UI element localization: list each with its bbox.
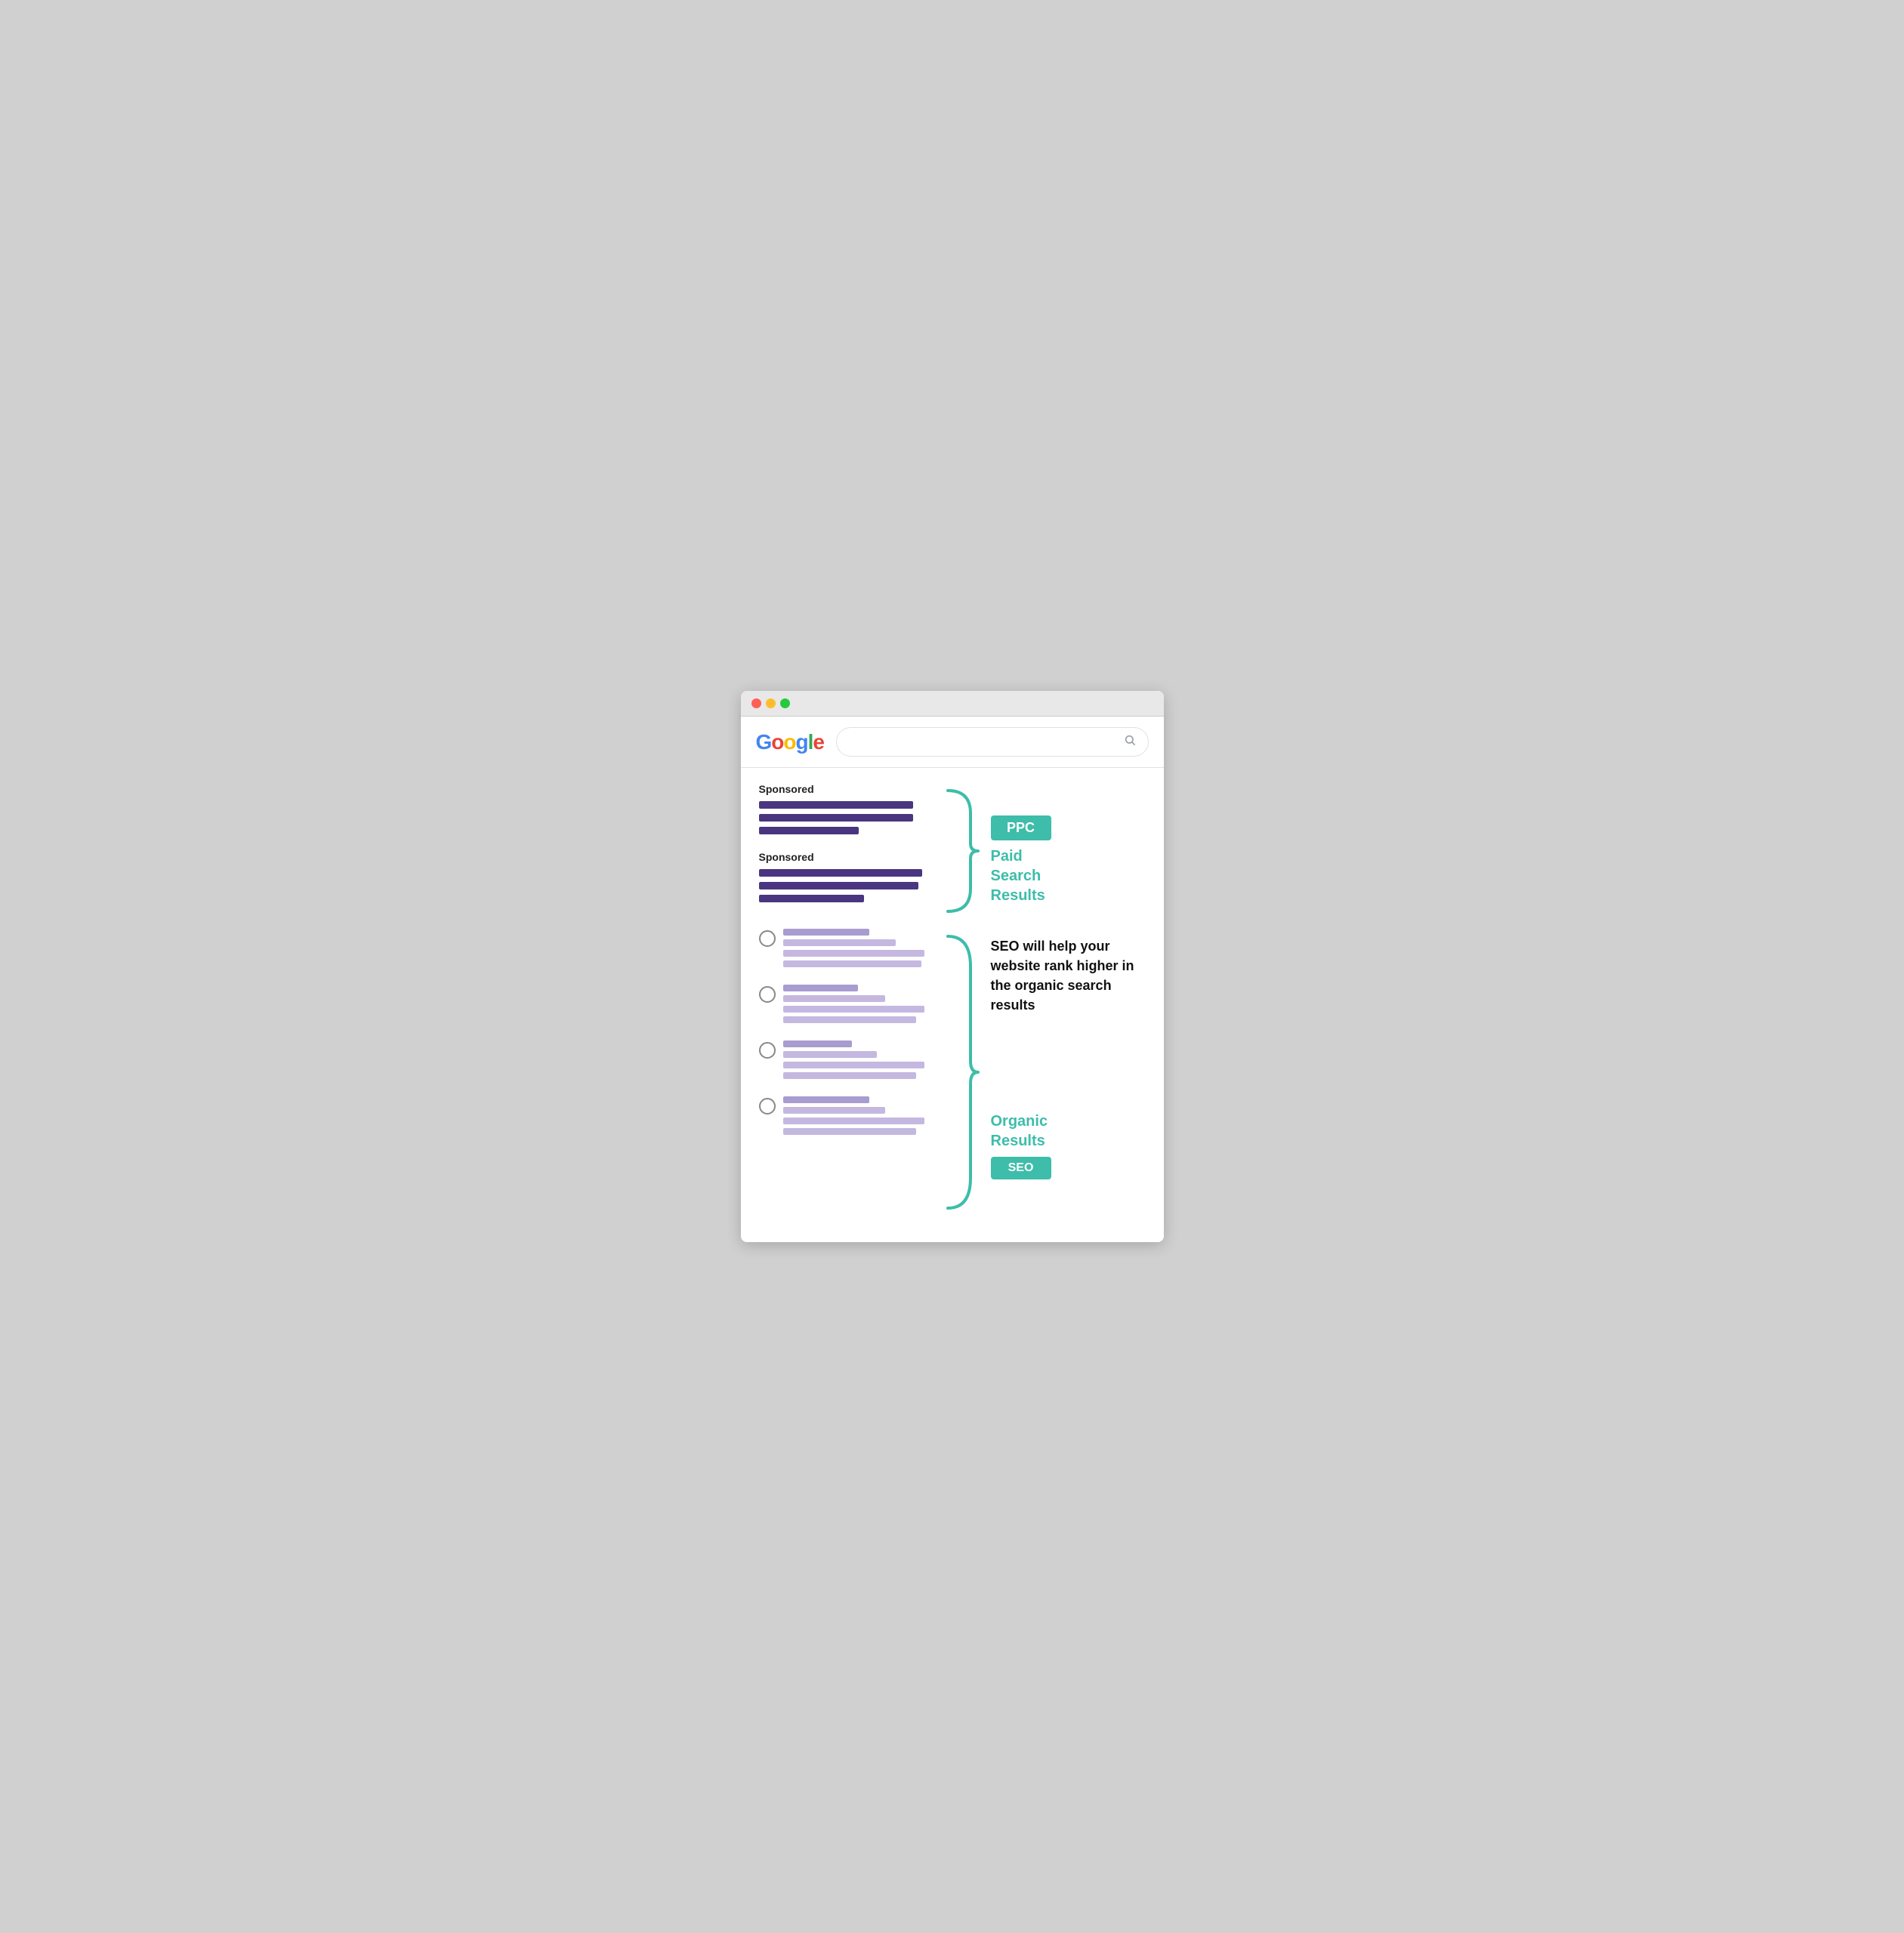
org-bar bbox=[783, 960, 921, 967]
result-circle-icon bbox=[759, 986, 776, 1003]
organic-right-col: SEO will help your website rank higher i… bbox=[982, 929, 1146, 1219]
google-logo: Google bbox=[756, 730, 824, 754]
org-bar bbox=[783, 950, 924, 957]
minimize-button-dot[interactable] bbox=[766, 698, 776, 708]
ad-bar bbox=[759, 801, 913, 809]
browser-window: Google Sponsored bbox=[741, 691, 1164, 1242]
org-sub-bar bbox=[783, 1051, 878, 1058]
organic-left-col bbox=[759, 929, 940, 1219]
result-circle-icon bbox=[759, 1098, 776, 1114]
org-bar bbox=[783, 1006, 924, 1013]
browser-chrome bbox=[741, 691, 1164, 717]
seo-description: SEO will help your website rank higher i… bbox=[991, 936, 1146, 1015]
organic-label: OrganicResults bbox=[991, 1111, 1146, 1151]
organic-bars-2 bbox=[783, 985, 940, 1027]
sponsored-label-2: Sponsored bbox=[759, 851, 940, 863]
paid-bracket bbox=[940, 783, 982, 923]
organic-bars-3 bbox=[783, 1040, 940, 1083]
seo-badge: SEO bbox=[991, 1157, 1051, 1179]
result-circle-icon bbox=[759, 930, 776, 947]
org-sub-bar bbox=[783, 1107, 885, 1114]
bar-group-2 bbox=[759, 869, 940, 902]
organic-section: SEO will help your website rank higher i… bbox=[759, 929, 1146, 1219]
sponsored-label-1: Sponsored bbox=[759, 783, 940, 795]
search-icon bbox=[1124, 734, 1136, 750]
organic-result-4 bbox=[759, 1096, 940, 1139]
ad-bar bbox=[759, 882, 918, 889]
ad-bar bbox=[759, 895, 864, 902]
paid-left-col: Sponsored Sponsored bbox=[759, 783, 940, 923]
paid-section: Sponsored Sponsored bbox=[759, 783, 1146, 923]
org-bar bbox=[783, 1128, 917, 1135]
sponsored-section-1: Sponsored bbox=[759, 783, 940, 834]
maximize-button-dot[interactable] bbox=[780, 698, 790, 708]
main-content: Sponsored Sponsored bbox=[741, 768, 1164, 1242]
traffic-lights bbox=[751, 698, 790, 708]
sponsored-section-2: Sponsored bbox=[759, 851, 940, 902]
org-title-bar bbox=[783, 985, 859, 991]
organic-bracket bbox=[940, 929, 982, 1219]
org-bar bbox=[783, 1118, 924, 1124]
org-bar bbox=[783, 1016, 917, 1023]
ad-bar bbox=[759, 869, 922, 877]
organic-bars-4 bbox=[783, 1096, 940, 1139]
org-title-bar bbox=[783, 1040, 853, 1047]
ad-bar bbox=[759, 827, 859, 834]
ad-bar bbox=[759, 814, 913, 822]
result-circle-icon bbox=[759, 1042, 776, 1059]
organic-result-1 bbox=[759, 929, 940, 971]
search-bar[interactable] bbox=[836, 727, 1149, 757]
paid-right-col: PPC PaidSearchResults bbox=[982, 783, 1146, 923]
org-sub-bar bbox=[783, 939, 896, 946]
google-bar: Google bbox=[741, 717, 1164, 768]
org-title-bar bbox=[783, 1096, 869, 1103]
org-bar bbox=[783, 1072, 917, 1079]
bar-group-1 bbox=[759, 801, 940, 834]
organic-bars-1 bbox=[783, 929, 940, 971]
organic-result-3 bbox=[759, 1040, 940, 1083]
org-sub-bar bbox=[783, 995, 885, 1002]
close-button-dot[interactable] bbox=[751, 698, 761, 708]
ppc-badge: PPC bbox=[991, 815, 1051, 840]
org-bar bbox=[783, 1062, 924, 1068]
org-title-bar bbox=[783, 929, 869, 936]
organic-result-2 bbox=[759, 985, 940, 1027]
paid-label: PaidSearchResults bbox=[991, 846, 1146, 905]
